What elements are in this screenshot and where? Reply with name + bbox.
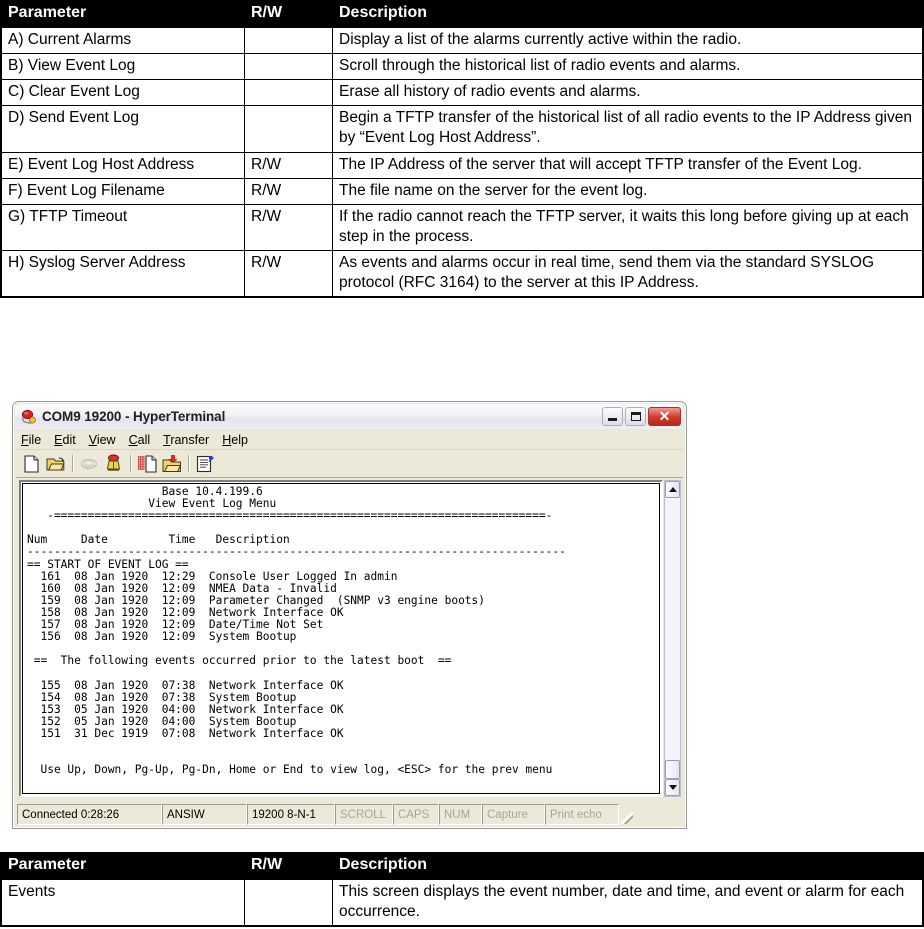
menu-item-help[interactable]: Help <box>222 433 248 447</box>
status-cell: Print echo <box>545 804 619 825</box>
cell-description: The IP Address of the server that will a… <box>332 151 924 179</box>
header-parameter: Parameter <box>0 0 245 28</box>
window-titlebar[interactable]: COM9 19200 - HyperTerminal ✕ <box>15 404 684 429</box>
cell-description: This screen displays the event number, d… <box>332 878 924 927</box>
menu-bar[interactable]: File Edit View Call Transfer Help <box>16 430 683 450</box>
minimize-button[interactable] <box>602 407 623 426</box>
toolbar[interactable] <box>16 450 683 478</box>
disconnect-icon[interactable] <box>78 453 101 475</box>
cell-parameter: G) TFTP Timeout <box>0 203 245 252</box>
cell-description: Erase all history of radio events and al… <box>332 79 924 107</box>
chevron-down-icon <box>668 785 677 790</box>
close-button[interactable]: ✕ <box>648 407 681 426</box>
receive-file-icon[interactable] <box>160 453 183 475</box>
status-cell: ANSIW <box>162 804 247 825</box>
resize-grip[interactable] <box>619 804 634 825</box>
scrollbar-track[interactable] <box>665 498 680 760</box>
cell-description: Begin a TFTP transfer of the historical … <box>332 105 924 153</box>
table-row: E) Event Log Host Address R/W The IP Addre… <box>0 151 924 179</box>
cell-parameter: B) View Event Log <box>0 52 245 81</box>
table-row: C) Clear Event Log Erase all history of r… <box>0 79 924 107</box>
status-cell: CAPS <box>393 804 439 825</box>
terminal-screen-frame: Base 10.4.199.6 View Event Log Menu -===… <box>19 480 663 797</box>
window-controls[interactable]: ✕ <box>602 407 681 426</box>
menu-item-call[interactable]: Call <box>129 433 151 447</box>
hyperterminal-app-icon <box>20 408 38 426</box>
cell-rw: R/W <box>244 177 333 205</box>
header-description: Description <box>332 852 924 880</box>
event-log-text: Base 10.4.199.6 View Event Log Menu -===… <box>27 485 566 777</box>
scroll-up-button[interactable] <box>665 481 680 498</box>
cell-description: Display a list of the alarms currently a… <box>332 26 924 54</box>
cell-parameter: Events <box>0 878 245 927</box>
cell-parameter: F) Event Log Filename <box>0 177 245 205</box>
cell-description: The file name on the server for the even… <box>332 177 924 205</box>
cell-rw <box>244 26 333 54</box>
status-cell: Capture <box>482 804 545 825</box>
cell-rw <box>244 878 333 927</box>
table-body-bottom: Events This screen displays the event num… <box>0 878 924 927</box>
window-title: COM9 19200 - HyperTerminal <box>42 409 226 424</box>
cell-rw <box>244 105 333 153</box>
new-connection-icon[interactable] <box>20 453 43 475</box>
open-connection-icon[interactable] <box>44 453 67 475</box>
table-header-row-top: Parameter R/W Description <box>0 0 924 28</box>
parameter-table-top: Parameter R/W Description A) Current Ala… <box>0 0 924 299</box>
header-parameter: Parameter <box>0 852 245 880</box>
toolbar-separator <box>130 455 132 472</box>
table-row: G) TFTP Timeout R/W If the radio cannot re… <box>0 203 924 252</box>
menu-item-transfer[interactable]: Transfer <box>163 433 209 447</box>
status-cell: 19200 8-N-1 <box>247 804 335 825</box>
terminal-vertical-scrollbar[interactable] <box>664 480 681 797</box>
cell-parameter: C) Clear Event Log <box>0 79 245 107</box>
terminal-client-area: Base 10.4.199.6 View Event Log Menu -===… <box>17 479 682 798</box>
cell-rw <box>244 79 333 107</box>
status-cell: Connected 0:28:26 <box>17 804 162 825</box>
cell-parameter: A) Current Alarms <box>0 26 245 54</box>
cell-description: If the radio cannot reach the TFTP serve… <box>332 203 924 252</box>
terminal-screen[interactable]: Base 10.4.199.6 View Event Log Menu -===… <box>22 483 660 794</box>
status-bar: Connected 0:28:26 ANSIW 19200 8-N-1 SCROLL C… <box>17 804 682 825</box>
menu-item-file[interactable]: File <box>21 433 41 447</box>
cell-rw: R/W <box>244 250 333 298</box>
table-body-top: A) Current Alarms Display a list of the a… <box>0 26 924 298</box>
cell-rw: R/W <box>244 151 333 179</box>
close-icon: ✕ <box>658 408 671 424</box>
call-icon[interactable] <box>102 453 125 475</box>
table-row: B) View Event Log Scroll through the hist… <box>0 52 924 81</box>
chevron-up-icon <box>668 487 677 492</box>
parameter-table-bottom: Parameter R/W Description Events This scr… <box>0 852 924 928</box>
menu-item-edit[interactable]: Edit <box>54 433 76 447</box>
cell-rw <box>244 52 333 81</box>
table-row: Events This screen displays the event num… <box>0 878 924 927</box>
cell-description: As events and alarms occur in real time,… <box>332 250 924 298</box>
cell-parameter: D) Send Event Log <box>0 105 245 153</box>
scrollbar-thumb[interactable] <box>665 760 680 779</box>
header-rw: R/W <box>244 0 333 28</box>
cell-parameter: E) Event Log Host Address <box>0 151 245 179</box>
header-description: Description <box>332 0 924 28</box>
cell-rw: R/W <box>244 203 333 252</box>
maximize-button[interactable] <box>625 407 646 426</box>
cell-description: Scroll through the historical list of ra… <box>332 52 924 81</box>
table-row: A) Current Alarms Display a list of the a… <box>0 26 924 54</box>
scroll-down-button[interactable] <box>665 779 680 796</box>
header-rw: R/W <box>244 852 333 880</box>
cell-parameter: H) Syslog Server Address <box>0 250 245 298</box>
toolbar-separator <box>72 455 74 472</box>
status-cell: NUM <box>439 804 482 825</box>
properties-icon[interactable] <box>194 453 217 475</box>
menu-item-view[interactable]: View <box>89 433 116 447</box>
table-header-row-bottom: Parameter R/W Description <box>0 852 924 880</box>
hyperterminal-window[interactable]: COM9 19200 - HyperTerminal ✕ File Edit Vie… <box>12 401 687 829</box>
send-file-icon[interactable] <box>136 453 159 475</box>
table-row: F) Event Log Filename R/W The file name on… <box>0 177 924 205</box>
status-cell: SCROLL <box>335 804 393 825</box>
table-row: H) Syslog Server Address R/W As events and… <box>0 250 924 298</box>
table-row: D) Send Event Log Begin a TFTP transfer o… <box>0 105 924 153</box>
toolbar-separator <box>188 455 190 472</box>
